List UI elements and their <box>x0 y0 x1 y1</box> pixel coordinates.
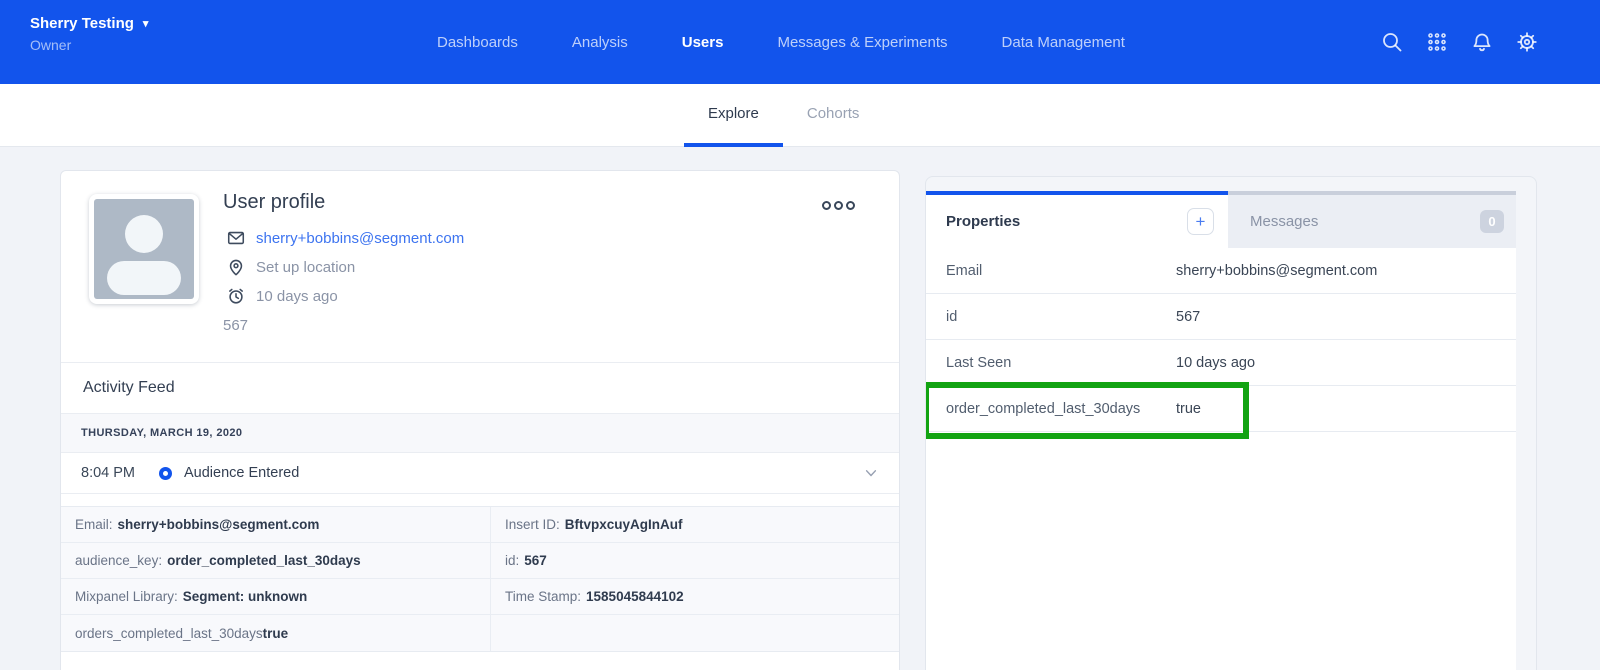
property-value: 10 days ago <box>1176 355 1255 371</box>
set-up-location-link[interactable]: Set up location <box>256 259 355 276</box>
search-icon[interactable] <box>1381 31 1403 53</box>
profile-lastseen-row: 10 days ago <box>226 286 338 306</box>
profile-title: User profile <box>223 191 325 214</box>
add-property-button[interactable]: + <box>1187 208 1214 235</box>
profile-id-text: 567 <box>223 317 248 334</box>
property-label: order_completed_last_30days <box>926 401 1176 417</box>
tab-messages[interactable]: Messages 0 <box>1228 191 1516 248</box>
activity-date-header: THURSDAY, MARCH 19, 2020 <box>61 414 899 453</box>
property-row-last-seen: Last Seen 10 days ago <box>926 340 1516 386</box>
event-dot-icon <box>159 467 172 480</box>
tab-properties[interactable]: Properties + <box>926 191 1228 248</box>
detail-cell: audience_key:order_completed_last_30days <box>61 543 491 579</box>
property-value-email-link[interactable]: sherry+bobbins@segment.com <box>1176 263 1377 279</box>
profile-section: User profile sherry+bobbins@segment.com … <box>61 171 899 363</box>
envelope-icon <box>226 228 246 248</box>
tab-messages-label: Messages <box>1250 213 1318 230</box>
detail-cell: Time Stamp:1585045844102 <box>491 579 899 615</box>
user-profile-card: User profile sherry+bobbins@segment.com … <box>60 170 900 670</box>
profile-location-row: Set up location <box>226 257 355 277</box>
profile-email-row: sherry+bobbins@segment.com <box>226 228 464 248</box>
nav-item-analysis[interactable]: Analysis <box>572 34 628 51</box>
detail-cell: Email:sherry+bobbins@segment.com <box>61 507 491 543</box>
apps-grid-icon[interactable] <box>1426 31 1448 53</box>
nav-item-messages-experiments[interactable]: Messages & Experiments <box>777 34 947 51</box>
activity-event-row[interactable]: 8:04 PM Audience Entered <box>61 453 899 494</box>
nav-item-users[interactable]: Users <box>682 34 724 51</box>
detail-cell-empty <box>491 615 899 651</box>
avatar <box>89 194 199 304</box>
property-row-email: Email sherry+bobbins@segment.com <box>926 248 1516 294</box>
property-label: Email <box>926 263 1176 279</box>
nav-item-data-management[interactable]: Data Management <box>1002 34 1125 51</box>
header-icons <box>1381 0 1538 84</box>
detail-cell: Mixpanel Library:Segment: unknown <box>61 579 491 615</box>
event-name: Audience Entered <box>184 465 299 481</box>
detail-cell: id:567 <box>491 543 899 579</box>
profile-email-link[interactable]: sherry+bobbins@segment.com <box>256 230 464 247</box>
settings-gear-icon[interactable] <box>1516 31 1538 53</box>
property-row-id: id 567 <box>926 294 1516 340</box>
avatar-body-shape <box>107 261 181 295</box>
properties-list: Email sherry+bobbins@segment.com id 567 … <box>926 248 1516 670</box>
more-options-icon[interactable] <box>818 197 859 214</box>
location-pin-icon <box>226 257 246 277</box>
profile-lastseen-text: 10 days ago <box>256 288 338 305</box>
project-name: Sherry Testing <box>30 15 134 32</box>
property-label: id <box>926 309 1176 325</box>
chevron-down-icon: ▾ <box>143 17 149 30</box>
tab-cohorts[interactable]: Cohorts <box>783 84 884 147</box>
tab-explore[interactable]: Explore <box>684 84 783 147</box>
main-nav: Dashboards Analysis Users Messages & Exp… <box>437 0 1125 84</box>
avatar-head-shape <box>125 215 163 253</box>
content-area: User profile sherry+bobbins@segment.com … <box>0 147 1600 670</box>
event-detail-table: Email:sherry+bobbins@segment.com Insert … <box>61 506 899 652</box>
project-selector[interactable]: Sherry Testing ▾ Owner <box>30 15 148 53</box>
notifications-bell-icon[interactable] <box>1471 31 1493 53</box>
nav-item-dashboards[interactable]: Dashboards <box>437 34 518 51</box>
project-role: Owner <box>30 37 148 53</box>
chevron-down-icon[interactable] <box>863 465 879 481</box>
activity-feed-title: Activity Feed <box>61 363 899 414</box>
detail-cell: orders_completed_last_30daystrue <box>61 615 491 651</box>
messages-count-badge: 0 <box>1480 210 1504 233</box>
property-value: 567 <box>1176 309 1200 325</box>
properties-panel: Properties + Messages 0 Email sherry+bob… <box>925 176 1537 670</box>
property-label: Last Seen <box>926 355 1176 371</box>
detail-cell: Insert ID:BftvpxcuyAgInAuf <box>491 507 899 543</box>
properties-tab-row: Properties + Messages 0 <box>926 191 1536 248</box>
event-time: 8:04 PM <box>81 465 159 481</box>
property-row-order-completed: order_completed_last_30days true <box>926 386 1516 432</box>
page-tabbar: Explore Cohorts <box>0 84 1600 147</box>
top-header: Sherry Testing ▾ Owner Dashboards Analys… <box>0 0 1600 84</box>
tab-properties-label: Properties <box>946 213 1020 230</box>
property-value: true <box>1176 401 1201 417</box>
alarm-clock-icon <box>226 286 246 306</box>
